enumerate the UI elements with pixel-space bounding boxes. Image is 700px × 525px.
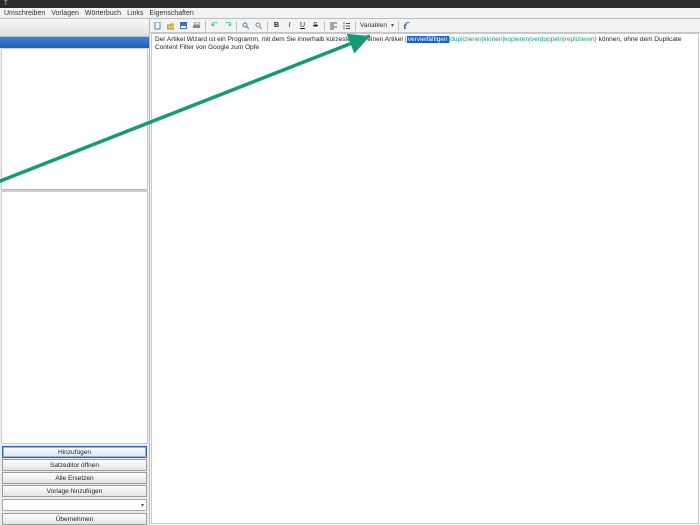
spintax-alternatives: |duplizieren|klonen|kopieren|verdoppeln|…: [449, 36, 597, 43]
toolbar-separator: [398, 21, 399, 31]
apply-button[interactable]: Übernehmen: [2, 513, 147, 525]
toolbar-separator: [267, 21, 268, 31]
left-panel-bottom-buttons: Übernehmen: [0, 513, 149, 525]
chevron-down-icon: ▾: [141, 502, 144, 509]
editor-toolbar: B I U S Variablen ▾: [150, 19, 700, 33]
main-area: Hinzufügen Satzeditor öffnen Alle Ersetz…: [0, 19, 700, 525]
open-sentence-editor-button[interactable]: Satzeditor öffnen: [2, 459, 147, 471]
left-panel-list-upper[interactable]: [1, 48, 148, 191]
italic-button[interactable]: I: [285, 21, 294, 30]
search-icon[interactable]: [254, 21, 263, 30]
window-titlebar: T: [0, 0, 700, 8]
open-icon[interactable]: [166, 21, 175, 30]
menubar: Umschreiben Vorlagen Wörterbuch Links Ei…: [0, 8, 700, 19]
variables-label: Variablen: [360, 22, 387, 29]
left-panel: Hinzufügen Satzeditor öffnen Alle Ersetz…: [0, 19, 150, 525]
menu-templates[interactable]: Vorlagen: [51, 10, 79, 17]
menu-links[interactable]: Links: [127, 10, 143, 17]
strike-button[interactable]: S: [311, 21, 320, 30]
underline-button[interactable]: U: [298, 21, 307, 30]
left-panel-selected-row[interactable]: [0, 37, 149, 48]
redo-icon[interactable]: [223, 21, 232, 30]
left-panel-list-lower[interactable]: [1, 191, 148, 444]
list-icon[interactable]: [342, 21, 351, 30]
replace-all-button[interactable]: Alle Ersetzen: [2, 472, 147, 484]
menu-dictionary[interactable]: Wörterbuch: [85, 10, 121, 17]
undo-icon[interactable]: [210, 21, 219, 30]
find-icon[interactable]: [241, 21, 250, 30]
toolbar-separator: [205, 21, 206, 31]
menu-rewrite[interactable]: Umschreiben: [4, 10, 45, 17]
signal-icon[interactable]: [403, 21, 412, 30]
new-doc-icon[interactable]: [153, 21, 162, 30]
toolbar-separator: [355, 21, 356, 31]
align-left-icon[interactable]: [329, 21, 338, 30]
window-title: T: [4, 1, 8, 7]
add-template-button[interactable]: Vorlage hinzufügen: [2, 485, 147, 497]
menu-properties[interactable]: Eigenschaften: [149, 10, 193, 17]
left-panel-dropdown[interactable]: ▾: [2, 499, 147, 511]
left-panel-divider: [2, 189, 147, 190]
print-icon[interactable]: [192, 21, 201, 30]
toolbar-separator: [236, 21, 237, 31]
toolbar-separator: [324, 21, 325, 31]
editor-textarea[interactable]: Der Artikel Wizard ist ein Programm, mit…: [151, 33, 699, 524]
left-panel-button-group: Hinzufügen Satzeditor öffnen Alle Ersetz…: [0, 444, 149, 497]
add-button[interactable]: Hinzufügen: [2, 446, 147, 458]
variables-dropdown[interactable]: ▾: [391, 22, 394, 29]
spintax-selected-word[interactable]: vervielfältigen: [407, 36, 449, 43]
bold-button[interactable]: B: [272, 21, 281, 30]
save-icon[interactable]: [179, 21, 188, 30]
editor-text-pre: Der Artikel Wizard ist ein Programm, mit…: [155, 36, 405, 43]
left-panel-header: [0, 19, 149, 37]
right-panel: B I U S Variablen ▾ Der Artikel Wizard i…: [150, 19, 700, 525]
